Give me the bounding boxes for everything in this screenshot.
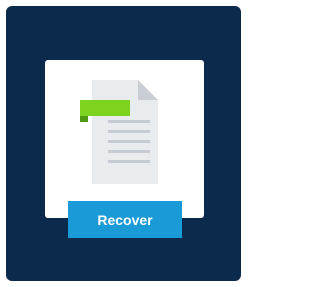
document-line [108,160,150,163]
document-line [108,140,150,143]
document-fold [138,80,158,100]
document-line [108,120,150,123]
recover-button[interactable]: Recover [68,201,182,238]
document-with-tag-icon [80,80,158,184]
green-tag [80,100,130,116]
document-line [108,150,150,153]
document-line [108,130,150,133]
